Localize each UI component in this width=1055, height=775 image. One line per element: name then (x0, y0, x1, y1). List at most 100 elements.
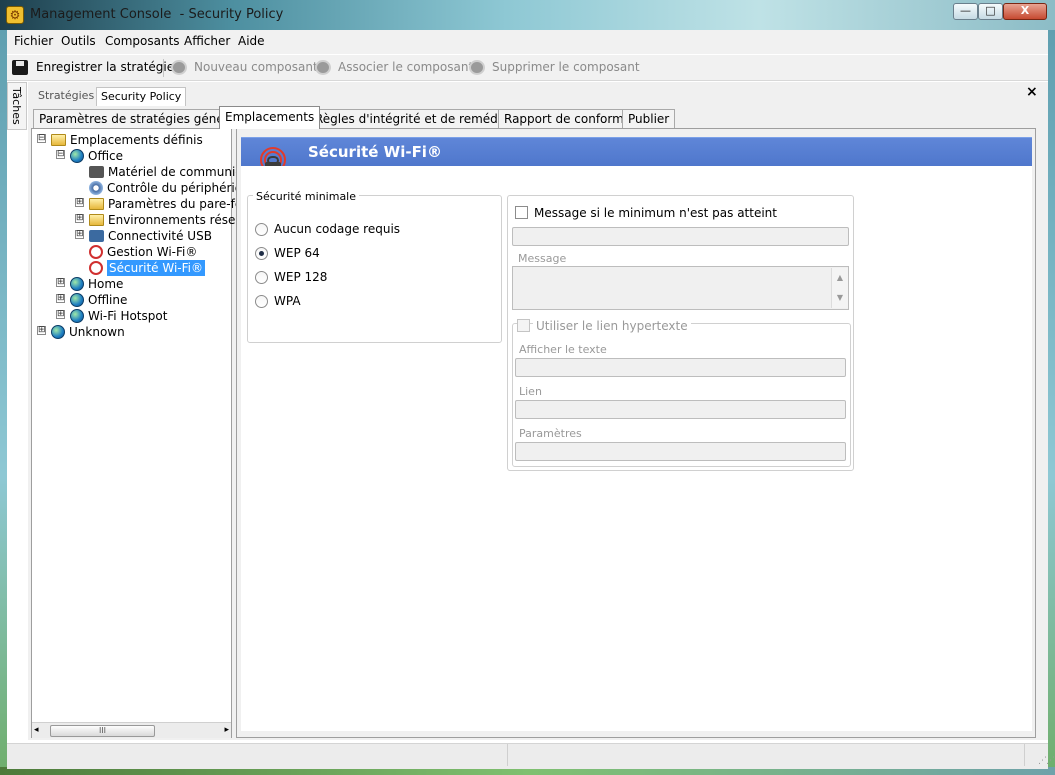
tree-item-usb-connectivity[interactable]: ⊞ Connectivité USB (75, 227, 212, 243)
globe-icon (70, 148, 84, 163)
tree-item-home[interactable]: ⊞ Home (56, 275, 123, 291)
tree-item-wifi-hotspot[interactable]: ⊞ Wi-Fi Hotspot (56, 307, 167, 323)
tree-item-network-environments[interactable]: ⊞ Environnements résea (75, 211, 243, 227)
tree-label: Wi-Fi Hotspot (88, 308, 168, 323)
tree-label: Gestion Wi-Fi® (107, 244, 198, 259)
cog-icon (89, 180, 103, 195)
folder-icon (51, 133, 66, 146)
tree-item-device-control[interactable]: Contrôle du périphériqu (89, 179, 250, 195)
associate-component-icon (315, 60, 331, 75)
resize-grip[interactable]: ⋰⋰ (1038, 756, 1055, 766)
scroll-right-arrow[interactable]: ▸ (224, 725, 229, 735)
tab-locations[interactable]: Emplacements (219, 106, 321, 129)
expand-icon[interactable]: ⊞ (37, 326, 46, 335)
message-title-field[interactable] (512, 227, 849, 246)
scroll-up-arrow[interactable]: ▲ (832, 268, 848, 288)
window-title: Management Console - Security Policy (30, 7, 284, 22)
title-bar[interactable]: ⚙ Management Console - Security Policy —… (0, 0, 1055, 30)
expand-icon[interactable]: ⊞ (56, 278, 65, 287)
tree-label: Connectivité USB (108, 228, 212, 243)
expand-icon[interactable]: ⊞ (56, 310, 65, 319)
tree-label: Contrôle du périphériqu (107, 180, 250, 195)
tasks-side-panel[interactable]: Tâches (7, 82, 27, 130)
min-security-legend: Sécurité minimale (253, 190, 360, 203)
tree-item-office[interactable]: ⊟ Office (56, 147, 123, 163)
globe-icon (70, 292, 84, 307)
tree-item-firewall-settings[interactable]: ⊞ Paramètres du pare-fe (75, 195, 242, 211)
radio-wep64[interactable] (255, 247, 268, 260)
window-border-left (0, 30, 7, 775)
tree-item-defined-locations[interactable]: ⊟ Emplacements définis (37, 131, 203, 147)
minimize-button[interactable]: — (953, 3, 978, 20)
message-label: Message (518, 252, 567, 265)
tree-label: Environnements résea (108, 212, 243, 227)
display-text-field[interactable] (515, 358, 846, 377)
message-checkbox-label: Message si le minimum n'est pas atteint (534, 206, 777, 220)
tab-strategies[interactable]: Stratégies (34, 87, 98, 104)
menu-aide[interactable]: Aide (238, 34, 265, 48)
main-window: ⚙ Management Console - Security Policy —… (0, 0, 1055, 775)
tree-label: Matériel de communica (108, 164, 250, 179)
save-strategy-button[interactable]: Enregistrer la stratégie (36, 60, 174, 74)
expand-icon[interactable]: ⊞ (75, 214, 84, 223)
associate-component-button[interactable]: Associer le composant (338, 60, 473, 74)
menu-composants[interactable]: Composants (105, 34, 180, 48)
tab-security-policy[interactable]: Security Policy (96, 87, 187, 106)
radio-wpa[interactable] (255, 295, 268, 308)
tree-item-offline[interactable]: ⊞ Offline (56, 291, 127, 307)
expand-icon[interactable]: ⊞ (75, 198, 84, 207)
menu-afficher[interactable]: Afficher (184, 34, 230, 48)
scroll-down-arrow[interactable]: ▼ (832, 288, 848, 308)
wifi-icon (89, 244, 103, 259)
display-text-label: Afficher le texte (519, 343, 607, 356)
message-scrollbar[interactable]: ▲ ▼ (831, 268, 848, 308)
new-component-icon (171, 60, 187, 75)
radio-wep128[interactable] (255, 271, 268, 284)
link-field[interactable] (515, 400, 846, 419)
scroll-left-arrow[interactable]: ◂ (34, 725, 39, 735)
tree-item-unknown[interactable]: ⊞ Unknown (37, 323, 125, 339)
tree-label-selected: Sécurité Wi-Fi® (107, 259, 206, 276)
collapse-icon[interactable]: ⊟ (56, 150, 65, 159)
app-icon: ⚙ (6, 6, 24, 24)
delete-component-button[interactable]: Supprimer le composant (492, 60, 640, 74)
menu-fichier[interactable]: Fichier (14, 34, 53, 48)
status-separator (1024, 744, 1025, 766)
tree-item-comm-hardware[interactable]: Matériel de communica (89, 163, 249, 179)
expand-icon[interactable]: ⊞ (75, 230, 84, 239)
tree-item-wifi-management[interactable]: Gestion Wi-Fi® (89, 243, 197, 259)
link-label: Lien (519, 385, 542, 398)
params-field[interactable] (515, 442, 846, 461)
tree-label: Paramètres du pare-fe (108, 196, 243, 211)
maximize-button[interactable]: □ (978, 3, 1003, 20)
tasks-label: Tâches (10, 87, 23, 125)
expand-icon[interactable]: ⊞ (56, 294, 65, 303)
radio-no-encryption[interactable] (255, 223, 268, 236)
radio-label-no-encryption: Aucun codage requis (274, 222, 401, 236)
new-component-button[interactable]: Nouveau composant (194, 60, 318, 74)
menu-bar: Fichier Outils Composants Afficher Aide (7, 30, 1048, 54)
globe-icon (70, 276, 84, 291)
tree-label: Emplacements définis (70, 132, 203, 147)
delete-component-icon (469, 60, 485, 75)
scroll-thumb[interactable]: III (50, 725, 155, 737)
radio-label-wep128: WEP 128 (274, 270, 328, 284)
folder-icon (89, 213, 104, 226)
hyperlink-checkbox-label: Utiliser le lien hypertexte (533, 319, 691, 333)
menu-outils[interactable]: Outils (61, 34, 96, 48)
tree-horizontal-scrollbar[interactable]: ◂ III ▸ (32, 722, 231, 738)
message-textarea[interactable] (512, 266, 849, 310)
radio-label-wpa: WPA (274, 294, 301, 308)
status-bar (7, 743, 1048, 769)
toolbar: Enregistrer la stratégie Nouveau composa… (7, 55, 1048, 81)
tree-item-wifi-security[interactable]: Sécurité Wi-Fi® (89, 259, 206, 276)
save-icon[interactable] (12, 60, 28, 75)
tab-publish[interactable]: Publier (622, 109, 676, 128)
plug-icon (89, 165, 104, 178)
close-window-button[interactable]: X (1003, 3, 1047, 20)
hyperlink-checkbox[interactable] (517, 319, 530, 332)
message-checkbox[interactable] (515, 206, 528, 219)
collapse-icon[interactable]: ⊟ (37, 134, 46, 143)
close-document-icon[interactable]: × (1026, 84, 1038, 100)
tree-label: Offline (88, 292, 128, 307)
